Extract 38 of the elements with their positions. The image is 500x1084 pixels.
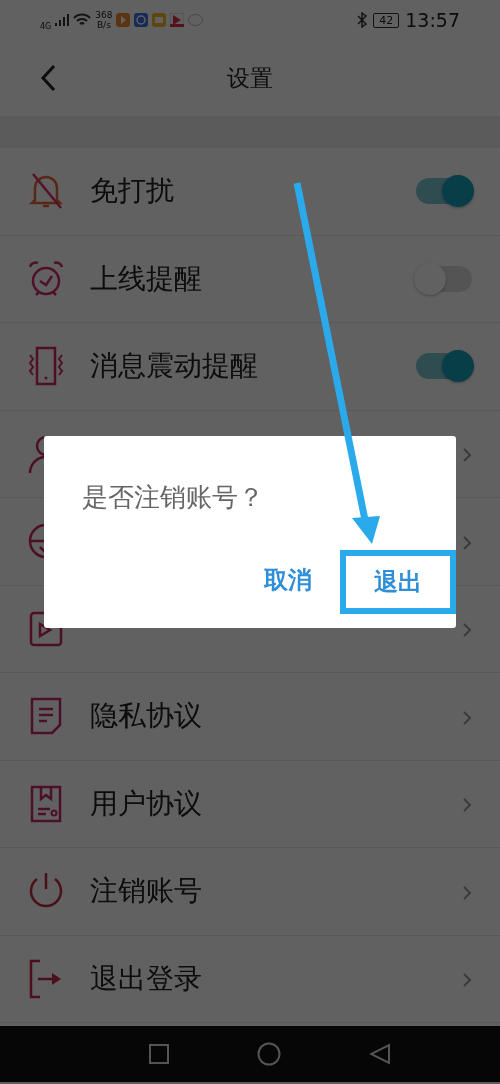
battery-indicator: 42 [373, 12, 400, 28]
chevron-right-icon [462, 797, 472, 814]
speed-value: 368 [95, 10, 113, 20]
chevron-right-icon [462, 709, 472, 726]
play-app-icon [116, 13, 131, 27]
mail-app-icon [152, 13, 167, 27]
network-type: 4G [40, 21, 52, 31]
confirm-button[interactable]: 退出 [340, 550, 456, 614]
clock-time: 13:57 [405, 9, 460, 31]
chevron-right-icon [462, 972, 472, 989]
square-icon [149, 1044, 169, 1064]
setting-label: 上线提醒 [90, 260, 202, 297]
setting-label: 用户协议 [90, 785, 202, 822]
message-icon [188, 13, 204, 27]
triangle-back-icon [369, 1043, 391, 1065]
chevron-right-icon [462, 884, 472, 901]
chevron-right-icon [462, 447, 472, 464]
cancel-button[interactable]: 取消 [236, 550, 340, 610]
chevron-right-icon [462, 622, 472, 639]
setting-label: 消息震动提醒 [90, 348, 258, 385]
setting-label: 退出登录 [90, 960, 202, 997]
speed-unit: B/s [96, 20, 111, 30]
setting-label: 隐私协议 [90, 698, 202, 735]
setting-label: 免打扰 [90, 173, 174, 210]
circle-icon [257, 1042, 281, 1066]
toggle-switch[interactable] [416, 265, 472, 292]
back-icon [40, 64, 56, 92]
signal-icon [55, 14, 70, 26]
music-app-icon [134, 13, 149, 27]
video-app-icon [170, 13, 185, 27]
setting-label: 注销账号 [90, 873, 202, 910]
toggle-switch[interactable] [416, 353, 472, 380]
wifi-icon [73, 13, 92, 27]
page-title: 设置 [227, 63, 273, 93]
chevron-right-icon [462, 534, 472, 551]
toggle-switch[interactable] [416, 178, 472, 205]
bluetooth-icon [357, 12, 368, 28]
dialog-message: 是否注销账号？ [81, 481, 265, 514]
